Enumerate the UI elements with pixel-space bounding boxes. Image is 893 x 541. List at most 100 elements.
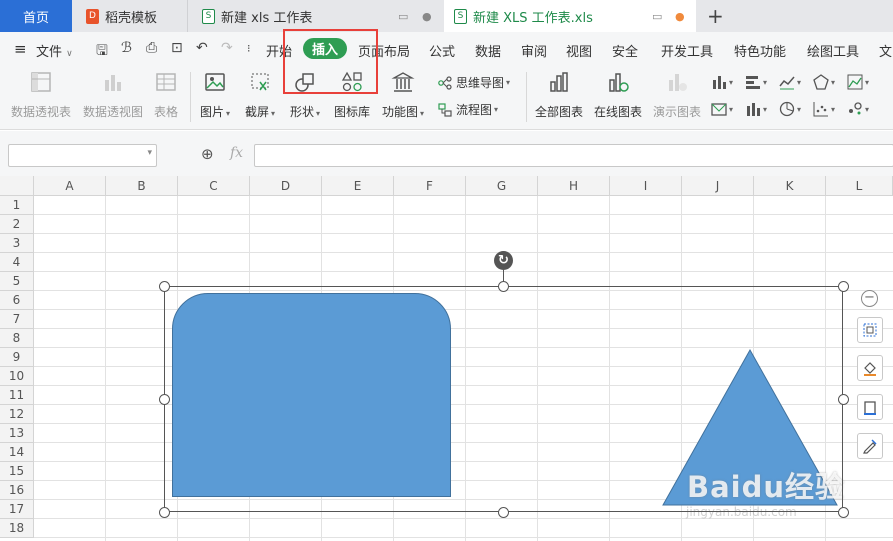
layout-options-button[interactable] — [857, 317, 883, 343]
monitor-icon[interactable]: ▭ — [398, 10, 408, 23]
resize-handle-left[interactable] — [159, 394, 170, 405]
column-header-b[interactable]: B — [106, 176, 178, 196]
format-painter-icon[interactable]: ℬ — [121, 40, 132, 56]
menu-drawing-tools[interactable]: 绘图工具 — [807, 41, 859, 60]
bubble-chart-icon[interactable]: ▾ — [847, 99, 877, 119]
collapse-minus-icon[interactable]: − — [861, 290, 878, 307]
row-header[interactable]: 12 — [0, 405, 34, 424]
print-preview-icon[interactable]: ⊡ — [171, 40, 183, 56]
new-tab-plus-icon[interactable]: + — [707, 4, 724, 28]
undo-icon[interactable]: ↶ — [196, 40, 208, 56]
more-icon[interactable]: ⁝ — [247, 42, 251, 55]
demo-chart-button[interactable]: 演示图表 — [653, 70, 701, 120]
resize-handle-top-right[interactable] — [838, 281, 849, 292]
screenshot-button[interactable]: 截屏 ▾ — [245, 70, 275, 120]
scatter-chart-icon[interactable]: ▾ — [813, 99, 843, 119]
tab-label: 稻壳模板 — [105, 10, 158, 26]
online-chart-button[interactable]: 在线图表 — [594, 70, 642, 120]
column-header-f[interactable]: F — [394, 176, 466, 196]
column-header-l[interactable]: L — [826, 176, 893, 196]
name-box[interactable]: ▾ — [8, 144, 157, 167]
fill-button[interactable] — [857, 355, 883, 381]
selection-frame[interactable] — [164, 286, 843, 512]
row-header[interactable]: 10 — [0, 367, 34, 386]
row-header[interactable]: 15 — [0, 462, 34, 481]
row-header[interactable]: 3 — [0, 234, 34, 253]
layout-options-icon — [863, 323, 877, 337]
resize-handle-top[interactable] — [498, 281, 509, 292]
menu-view[interactable]: 视图 — [566, 41, 592, 60]
unsaved-dot-icon[interactable]: ● — [675, 10, 685, 23]
menu-review[interactable]: 审阅 — [521, 41, 547, 60]
print-icon[interactable]: ⎙ — [146, 40, 157, 56]
row-header[interactable]: 2 — [0, 215, 34, 234]
chevron-down-icon[interactable]: ▾ — [147, 148, 152, 158]
row-header[interactable]: 18 — [0, 519, 34, 538]
line-chart-icon[interactable]: ▾ — [779, 72, 809, 92]
row-header[interactable]: 14 — [0, 443, 34, 462]
column-header-a[interactable]: A — [34, 176, 106, 196]
row-header[interactable]: 13 — [0, 424, 34, 443]
resize-handle-top-left[interactable] — [159, 281, 170, 292]
pivot-chart-button[interactable]: 数据透视图 — [83, 70, 143, 120]
row-header[interactable]: 6 — [0, 291, 34, 310]
bar-chart-icon[interactable]: ▾ — [745, 72, 775, 92]
column-header-d[interactable]: D — [250, 176, 322, 196]
column-header-g[interactable]: G — [466, 176, 538, 196]
redo-icon[interactable]: ↷ — [221, 40, 233, 56]
resize-handle-bottom[interactable] — [498, 507, 509, 518]
select-all-corner[interactable] — [0, 176, 34, 196]
row-header[interactable]: 8 — [0, 329, 34, 348]
resize-handle-right[interactable] — [838, 394, 849, 405]
column-header-c[interactable]: C — [178, 176, 250, 196]
mind-map-button[interactable]: 思维导图 ▾ — [438, 74, 510, 91]
column-header-k[interactable]: K — [754, 176, 826, 196]
resize-handle-bottom-right[interactable] — [838, 507, 849, 518]
monitor-icon[interactable]: ▭ — [652, 10, 662, 23]
function-chart-button[interactable]: 功能图 ▾ — [382, 70, 424, 120]
envelope-chart-icon[interactable]: ▾ — [711, 99, 741, 119]
picture-button[interactable]: 图片 ▾ — [200, 70, 230, 120]
table-button[interactable]: 表格 — [154, 70, 178, 120]
tab-docer-templates[interactable]: D 稻壳模板 — [72, 0, 188, 32]
menu-data[interactable]: 数据 — [475, 41, 501, 60]
zoom-magnifier-icon[interactable]: ⊕ — [201, 145, 214, 163]
save-icon[interactable]: 🖫 — [96, 40, 108, 64]
stock-chart-icon[interactable]: ▾ — [745, 99, 775, 119]
pivot-table-button[interactable]: 数据透视表 — [11, 70, 71, 120]
row-header[interactable]: 7 — [0, 310, 34, 329]
row-header[interactable]: 1 — [0, 196, 34, 215]
row-header[interactable]: 9 — [0, 348, 34, 367]
area-chart-icon[interactable]: ▾ — [847, 72, 877, 92]
pie-chart-icon[interactable]: ▾ — [779, 99, 809, 119]
radar-chart-icon[interactable]: ▾ — [813, 72, 843, 92]
menu-special-features[interactable]: 特色功能 — [734, 41, 786, 60]
column-header-h[interactable]: H — [538, 176, 610, 196]
column-header-j[interactable]: J — [682, 176, 754, 196]
column-header-i[interactable]: I — [610, 176, 682, 196]
close-dot-icon[interactable]: ● — [422, 10, 432, 23]
menu-developer[interactable]: 开发工具 — [661, 41, 713, 60]
hamburger-icon[interactable]: ≡ — [14, 40, 27, 58]
column-header-e[interactable]: E — [322, 176, 394, 196]
outline-button[interactable] — [857, 394, 883, 420]
column-chart-icon[interactable]: ▾ — [711, 72, 741, 92]
menu-formulas[interactable]: 公式 — [429, 41, 455, 60]
rotate-handle-icon[interactable]: ↻ — [494, 251, 513, 270]
menu-security[interactable]: 安全 — [612, 41, 638, 60]
flowchart-button[interactable]: 流程图 ▾ — [438, 101, 498, 118]
row-header[interactable]: 5 — [0, 272, 34, 291]
tab-home[interactable]: 首页 — [0, 0, 72, 32]
resize-handle-bottom-left[interactable] — [159, 507, 170, 518]
all-charts-button[interactable]: 全部图表 — [535, 70, 583, 120]
row-header[interactable]: 17 — [0, 500, 34, 519]
menu-file[interactable]: 文件 ∨ — [36, 41, 73, 60]
row-header[interactable]: 4 — [0, 253, 34, 272]
menu-text[interactable]: 文 — [879, 41, 892, 60]
edit-shape-button[interactable] — [857, 433, 883, 459]
fx-icon[interactable]: fx — [230, 145, 243, 161]
row-header[interactable]: 11 — [0, 386, 34, 405]
formula-input[interactable] — [254, 144, 893, 167]
row-header[interactable]: 16 — [0, 481, 34, 500]
picture-label: 图片 — [200, 105, 225, 119]
